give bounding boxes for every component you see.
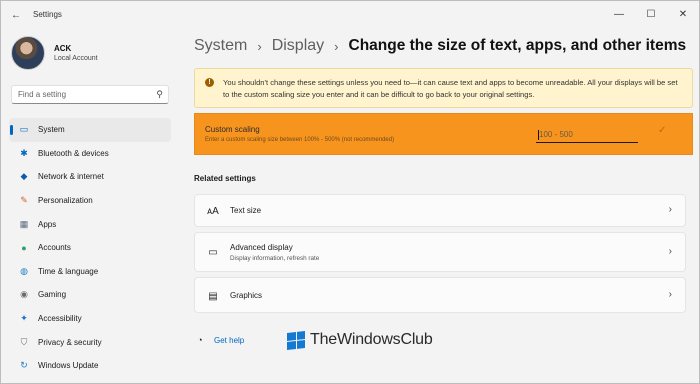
sidebar-item-label: Accessibility [38, 314, 82, 324]
sidebar-item-label: System [38, 125, 65, 135]
custom-scaling-title: Custom scaling [205, 125, 260, 134]
chevron-right-icon: › [668, 289, 672, 300]
close-icon: ✕ [678, 8, 688, 20]
advanced-display-card[interactable]: ▭ Advanced display Display information, … [194, 232, 686, 272]
account-type: Local Account [54, 55, 98, 62]
maximize-button[interactable]: ☐ [635, 1, 667, 27]
custom-scaling-description: Enter a custom scaling size between 100%… [205, 137, 395, 143]
network-icon: ◆ [20, 171, 28, 182]
settings-window: ← Settings — ☐ ✕ ACK Local Account ⚲ ▭ Sy… [0, 0, 700, 384]
sidebar-item-label: Network & internet [38, 172, 104, 182]
graphics-title: Graphics [230, 291, 263, 300]
text-size-icon: ᴀA [207, 205, 219, 217]
breadcrumb-separator: › [334, 38, 339, 54]
page-title: Change the size of text, apps, and other… [348, 37, 687, 54]
sidebar-item-apps[interactable]: ▦ Apps [9, 212, 171, 236]
profile-text: ACK Local Account [54, 44, 98, 62]
info-icon: ! [205, 78, 214, 87]
chevron-right-icon: › [668, 246, 672, 257]
breadcrumb-display[interactable]: Display [272, 37, 324, 55]
user-name: ACK [54, 44, 72, 53]
accessibility-icon: ✦ [20, 313, 28, 324]
sidebar-item-windows-update[interactable]: ↻ Windows Update [9, 354, 171, 378]
back-button[interactable]: ← [7, 6, 25, 24]
app-title: Settings [33, 10, 62, 19]
warning-text: You shouldn't change these settings unle… [223, 78, 678, 99]
accounts-icon: ● [21, 242, 27, 253]
graphics-icon: ▤ [208, 290, 218, 302]
system-icon: ▭ [19, 124, 29, 135]
advanced-display-subtitle: Display information, refresh rate [230, 255, 320, 262]
sidebar-item-label: Personalization [38, 196, 93, 206]
search-box[interactable]: ⚲ [11, 85, 169, 104]
sidebar-item-accessibility[interactable]: ✦ Accessibility [9, 307, 171, 331]
minimize-button[interactable]: — [603, 1, 635, 27]
checkmark-icon[interactable]: ✓ [658, 125, 666, 136]
custom-scaling-input-wrap [536, 127, 638, 143]
custom-scaling-card: Custom scaling Enter a custom scaling si… [194, 113, 693, 155]
minimize-icon: — [614, 8, 624, 20]
text-cursor [538, 130, 539, 140]
search-icon[interactable]: ⚲ [156, 89, 163, 100]
breadcrumb: System › Display › Change the size of te… [194, 37, 686, 55]
text-size-card[interactable]: ᴀA Text size › [194, 194, 686, 227]
custom-scaling-input[interactable] [536, 127, 638, 142]
graphics-card[interactable]: ▤ Graphics › [194, 277, 686, 313]
help-icon: ◔ [197, 335, 203, 345]
title-bar: ← Settings — ☐ ✕ [1, 1, 699, 29]
sidebar-item-label: Gaming [38, 290, 67, 300]
search-input[interactable] [12, 86, 147, 103]
get-help-link[interactable]: Get help [214, 336, 244, 345]
sidebar-item-bluetooth-devices[interactable]: ✱ Bluetooth & devices [9, 142, 171, 166]
window-controls: — ☐ ✕ [603, 1, 699, 29]
sidebar-item-label: Windows Update [38, 361, 99, 371]
avatar [11, 36, 45, 70]
related-settings-heading: Related settings [194, 174, 256, 183]
sidebar-nav: ▭ System ✱ Bluetooth & devices ◆ Network & in… [9, 118, 171, 378]
sidebar-item-privacy-security[interactable]: ⛉ Privacy & security [9, 330, 171, 354]
user-profile[interactable]: ACK Local Account [11, 35, 98, 71]
watermark-text: TheWindowsClub [310, 331, 433, 348]
close-button[interactable]: ✕ [667, 1, 699, 27]
chevron-right-icon: › [668, 204, 672, 215]
maximize-icon: ☐ [646, 8, 656, 20]
warning-banner: ! You shouldn't change these settings un… [194, 68, 693, 108]
text-size-title: Text size [230, 206, 262, 215]
windows-logo-icon [287, 330, 305, 350]
sidebar-item-time-language[interactable]: ◍ Time & language [9, 260, 171, 284]
shield-icon: ⛉ [20, 336, 28, 347]
sidebar-item-label: Time & language [38, 266, 99, 276]
sidebar-item-label: Accounts [38, 243, 71, 253]
brush-icon: ✎ [20, 195, 28, 206]
sidebar-item-label: Bluetooth & devices [38, 148, 109, 158]
bluetooth-icon: ✱ [20, 147, 28, 158]
back-arrow-icon: ← [11, 9, 21, 21]
sidebar-item-network-internet[interactable]: ◆ Network & internet [9, 165, 171, 189]
sidebar-item-label: Apps [38, 219, 57, 229]
sidebar-item-personalization[interactable]: ✎ Personalization [9, 189, 171, 213]
sidebar-item-accounts[interactable]: ● Accounts [9, 236, 171, 260]
sidebar-item-system[interactable]: ▭ System [9, 118, 171, 142]
apps-icon: ▦ [19, 218, 29, 229]
sidebar-item-label: Privacy & security [38, 337, 102, 347]
watermark: TheWindowsClub [287, 330, 433, 350]
breadcrumb-separator: › [257, 38, 262, 54]
sidebar-item-gaming[interactable]: ◉ Gaming [9, 283, 171, 307]
breadcrumb-system[interactable]: System [194, 37, 247, 55]
get-help[interactable]: ◔ Get help [194, 334, 244, 346]
advanced-display-title: Advanced display [230, 243, 293, 252]
gamepad-icon: ◉ [20, 289, 28, 300]
globe-clock-icon: ◍ [20, 265, 28, 276]
update-icon: ↻ [20, 360, 28, 371]
monitor-icon: ▭ [208, 246, 218, 258]
